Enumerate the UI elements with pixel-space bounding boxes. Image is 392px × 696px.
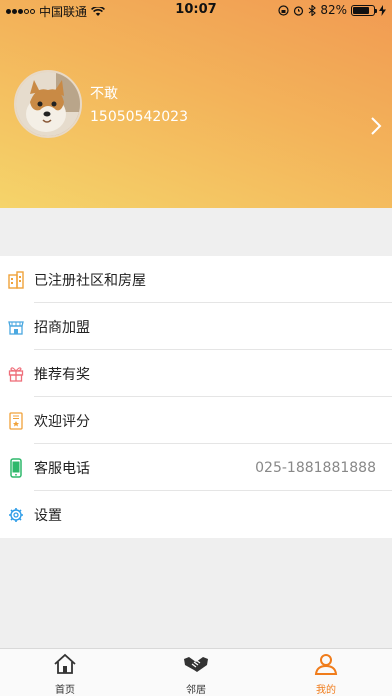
menu-item-customer-service[interactable]: 客服电话 025-1881881888: [0, 444, 392, 491]
tab-mine[interactable]: 我的: [296, 653, 356, 696]
menu-item-rate-app[interactable]: 欢迎评分: [0, 397, 392, 444]
certificate-icon: [8, 411, 24, 430]
profile-name: 不敢: [90, 86, 118, 102]
bluetooth-icon: [308, 4, 317, 16]
menu-list: 已注册社区和房屋 招商加盟 推荐有奖 欢迎评分 客服电话 025-1881881…: [0, 256, 392, 538]
battery-fill: [353, 6, 369, 14]
menu-item-label: 设置: [34, 507, 62, 524]
tab-label: 我的: [316, 685, 336, 696]
battery-percent: 82%: [320, 3, 347, 17]
handshake-icon: [184, 657, 208, 672]
tab-neighbors[interactable]: 邻居: [166, 653, 226, 696]
profile-screen: 中国联通 10:07 82% 不敢 15050542023 已注册社区和房屋 招…: [0, 0, 392, 696]
menu-item-label: 客服电话: [34, 460, 90, 477]
profile-header[interactable]: 中国联通 10:07 82% 不敢 15050542023: [0, 0, 392, 208]
status-right: 82%: [278, 3, 386, 17]
tab-label: 邻居: [186, 685, 206, 696]
user-icon: [314, 654, 338, 675]
alarm-icon: [294, 5, 304, 16]
menu-item-referral-reward[interactable]: 推荐有奖: [0, 350, 392, 397]
status-bar: 中国联通 10:07 82%: [0, 0, 392, 20]
menu-item-label: 已注册社区和房屋: [34, 272, 146, 289]
avatar[interactable]: [14, 70, 82, 138]
avatar-dog-image: [16, 72, 80, 136]
profile-phone: 15050542023: [90, 109, 188, 125]
customer-service-phone[interactable]: 025-1881881888: [255, 460, 376, 476]
battery-icon: [351, 4, 377, 16]
menu-item-settings[interactable]: 设置: [0, 491, 392, 538]
menu-item-registered-community[interactable]: 已注册社区和房屋: [0, 256, 392, 303]
home-icon: [54, 653, 76, 674]
menu-item-label: 推荐有奖: [34, 366, 90, 383]
chevron-right-icon[interactable]: [370, 116, 382, 136]
tab-bar: 首页 邻居 我的: [0, 648, 392, 696]
store-icon: [8, 318, 24, 336]
phone-icon: [8, 457, 24, 478]
charging-icon: [379, 4, 386, 16]
tab-label: 首页: [55, 685, 75, 696]
menu-item-label: 欢迎评分: [34, 413, 90, 430]
lock-rotation-icon: [278, 4, 289, 16]
gift-icon: [8, 365, 24, 383]
tab-home[interactable]: 首页: [35, 653, 95, 696]
building-icon: [8, 270, 24, 289]
gear-icon: [8, 506, 24, 524]
menu-item-franchise[interactable]: 招商加盟: [0, 303, 392, 350]
menu-item-label: 招商加盟: [34, 319, 90, 336]
